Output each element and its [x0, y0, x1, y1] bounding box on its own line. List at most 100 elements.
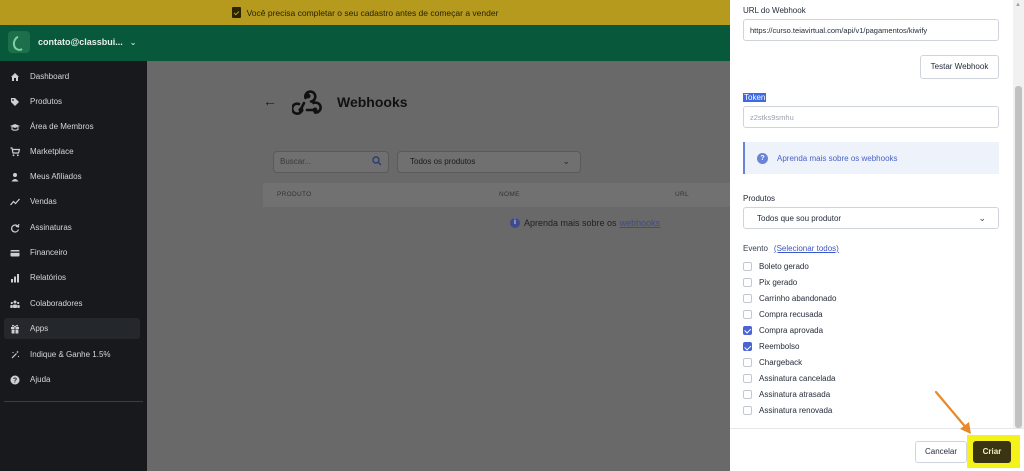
- sidebar-item-area-de-membros[interactable]: Área de Membros: [4, 116, 140, 137]
- url-label: URL do Webhook: [743, 6, 806, 15]
- event-checkbox-row[interactable]: Assinatura renovada: [743, 405, 832, 417]
- cancel-button[interactable]: Cancelar: [915, 441, 967, 463]
- column-header-nome: NOME: [499, 191, 520, 198]
- learn-more-infobox[interactable]: ? Aprenda mais sobre os webhooks: [743, 142, 999, 174]
- sidebar-item-indique-e-ganhe[interactable]: Indique & Ganhe 1.5%: [4, 344, 140, 365]
- webhook-url-input[interactable]: https://curso.teiavirtual.com/api/v1/pag…: [743, 19, 999, 41]
- checkbox[interactable]: [743, 309, 752, 319]
- sidebar-item-financeiro[interactable]: Financeiro: [4, 242, 140, 263]
- event-checkbox-label: Assinatura atrasada: [759, 390, 831, 400]
- select-all-link[interactable]: (Selecionar todos): [774, 244, 839, 253]
- scrollbar-thumb[interactable]: [1015, 86, 1022, 428]
- sidebar-item-label: Meus Afiliados: [30, 172, 82, 181]
- webhooks-docs-link[interactable]: webhooks: [620, 218, 661, 228]
- event-checkbox-label: Reembolso: [759, 342, 800, 351]
- event-checkbox-row[interactable]: Assinatura cancelada: [743, 373, 836, 385]
- chevron-down-icon: ⌄: [978, 213, 986, 223]
- event-checkbox-label: Pix gerado: [759, 277, 798, 287]
- trend-line-icon: [10, 197, 20, 207]
- checkbox[interactable]: [743, 261, 752, 271]
- scroll-up-arrow-icon[interactable]: ▲: [1015, 2, 1021, 8]
- learn-more-note: i Aprenda mais sobre os webhooks: [510, 218, 660, 228]
- sidebar-item-relatorios[interactable]: Relatórios: [4, 267, 140, 288]
- create-button[interactable]: Criar: [973, 441, 1011, 463]
- sidebar-item-assinaturas[interactable]: Assinaturas: [4, 217, 140, 238]
- sidebar-item-label: Assinaturas: [30, 223, 72, 232]
- token-input[interactable]: z2stks9smhu: [743, 106, 999, 128]
- checkbox[interactable]: [743, 325, 752, 335]
- test-webhook-button[interactable]: Testar Webhook: [920, 55, 999, 79]
- credit-card-icon: [10, 248, 20, 258]
- sidebar-item-ajuda[interactable]: ? Ajuda: [4, 369, 140, 390]
- checkbox[interactable]: [743, 293, 752, 303]
- event-checkbox-label: Compra recusada: [759, 309, 823, 319]
- event-checkbox-row[interactable]: Pix gerado: [743, 276, 797, 288]
- event-checkbox-label: Boleto gerado: [759, 261, 809, 271]
- event-checkbox-row[interactable]: Boleto gerado: [743, 260, 809, 272]
- back-arrow-icon[interactable]: ←: [263, 93, 277, 109]
- sidebar-item-label: Área de Membros: [30, 122, 94, 131]
- bar-chart-icon: [10, 273, 20, 283]
- brand-logo-icon: [8, 31, 30, 53]
- event-checkbox-row[interactable]: Carrinho abandonado: [743, 292, 836, 304]
- cart-icon: [10, 146, 20, 157]
- tag-icon: [10, 97, 20, 107]
- column-header-url: URL: [675, 191, 689, 198]
- chevron-down-icon: ⌄: [129, 37, 137, 47]
- question-icon: ?: [757, 152, 768, 164]
- sparkle-icon: [10, 350, 20, 360]
- account-switcher[interactable]: contato@classbui... ⌄: [8, 31, 137, 53]
- products-label: Produtos: [743, 194, 776, 203]
- event-checkbox-label: Chargeback: [759, 358, 803, 368]
- search-input[interactable]: Buscar...: [273, 151, 389, 173]
- table-header: PRODUTO NOME URL: [263, 183, 730, 207]
- sidebar-item-dashboard[interactable]: Dashboard: [4, 66, 140, 87]
- sidebar-item-label: Apps: [30, 324, 49, 333]
- column-header-produto: PRODUTO: [277, 191, 312, 198]
- checkbox[interactable]: [743, 374, 752, 384]
- event-checkbox-row[interactable]: Reembolso: [743, 341, 799, 353]
- search-icon[interactable]: [372, 156, 382, 166]
- checkbox[interactable]: [743, 358, 752, 368]
- sidebar-item-label: Colaboradores: [30, 299, 83, 308]
- graduation-cap-icon: [10, 122, 20, 132]
- clipboard-check-icon: [231, 7, 241, 18]
- sidebar-item-label: Indique & Ganhe 1.5%: [30, 350, 111, 359]
- event-checkbox-label: Assinatura renovada: [759, 406, 833, 416]
- incomplete-registration-banner: Você precisa completar o seu cadastro an…: [0, 0, 730, 25]
- product-filter-select[interactable]: Todos os produtos ⌄: [397, 151, 581, 173]
- sidebar-item-colaboradores[interactable]: Colaboradores: [4, 293, 140, 314]
- sidebar-item-label: Marketplace: [30, 147, 74, 156]
- sidebar-item-apps[interactable]: Apps: [4, 318, 140, 339]
- sidebar-item-produtos[interactable]: Produtos: [4, 91, 140, 112]
- checkbox[interactable]: [743, 342, 752, 351]
- event-checkbox-row[interactable]: Assinatura atrasada: [743, 389, 830, 401]
- sidebar-item-meus-afiliados[interactable]: Meus Afiliados: [4, 166, 140, 187]
- chevron-down-icon: ⌄: [562, 156, 570, 166]
- banner-text: Você precisa completar o seu cadastro an…: [246, 7, 499, 18]
- products-select[interactable]: Todos que sou produtor ⌄: [743, 207, 999, 229]
- checkbox[interactable]: [743, 277, 752, 287]
- account-email: contato@classbui...: [38, 37, 123, 47]
- event-label: Evento: [743, 244, 768, 253]
- checkbox[interactable]: [743, 390, 752, 400]
- webhooks-logo-icon: [292, 90, 322, 115]
- sidebar-item-label: Relatórios: [30, 273, 67, 282]
- top-header: contato@classbui... ⌄: [0, 25, 730, 61]
- sidebar-item-label: Produtos: [30, 97, 63, 106]
- sidebar-item-vendas[interactable]: Vendas: [4, 191, 140, 212]
- drawer-scrollbar[interactable]: [1013, 0, 1024, 428]
- token-label: Token: [743, 93, 767, 102]
- checkbox[interactable]: [743, 406, 752, 416]
- sidebar-item-label: Ajuda: [30, 375, 51, 384]
- users-icon: [10, 299, 20, 309]
- sidebar-item-marketplace[interactable]: Marketplace: [4, 141, 140, 162]
- infobox-text: Aprenda mais sobre os webhooks: [777, 153, 898, 163]
- event-checkbox-row[interactable]: Compra aprovada: [743, 324, 823, 336]
- event-checkbox-row[interactable]: Chargeback: [743, 357, 802, 369]
- sidebar-divider: [4, 401, 143, 402]
- refresh-icon: [10, 223, 20, 233]
- main-content: ← Webhooks Buscar... Todos os produtos ⌄…: [147, 61, 730, 471]
- event-checkbox-label: Carrinho abandonado: [759, 293, 837, 303]
- event-checkbox-row[interactable]: Compra recusada: [743, 308, 823, 320]
